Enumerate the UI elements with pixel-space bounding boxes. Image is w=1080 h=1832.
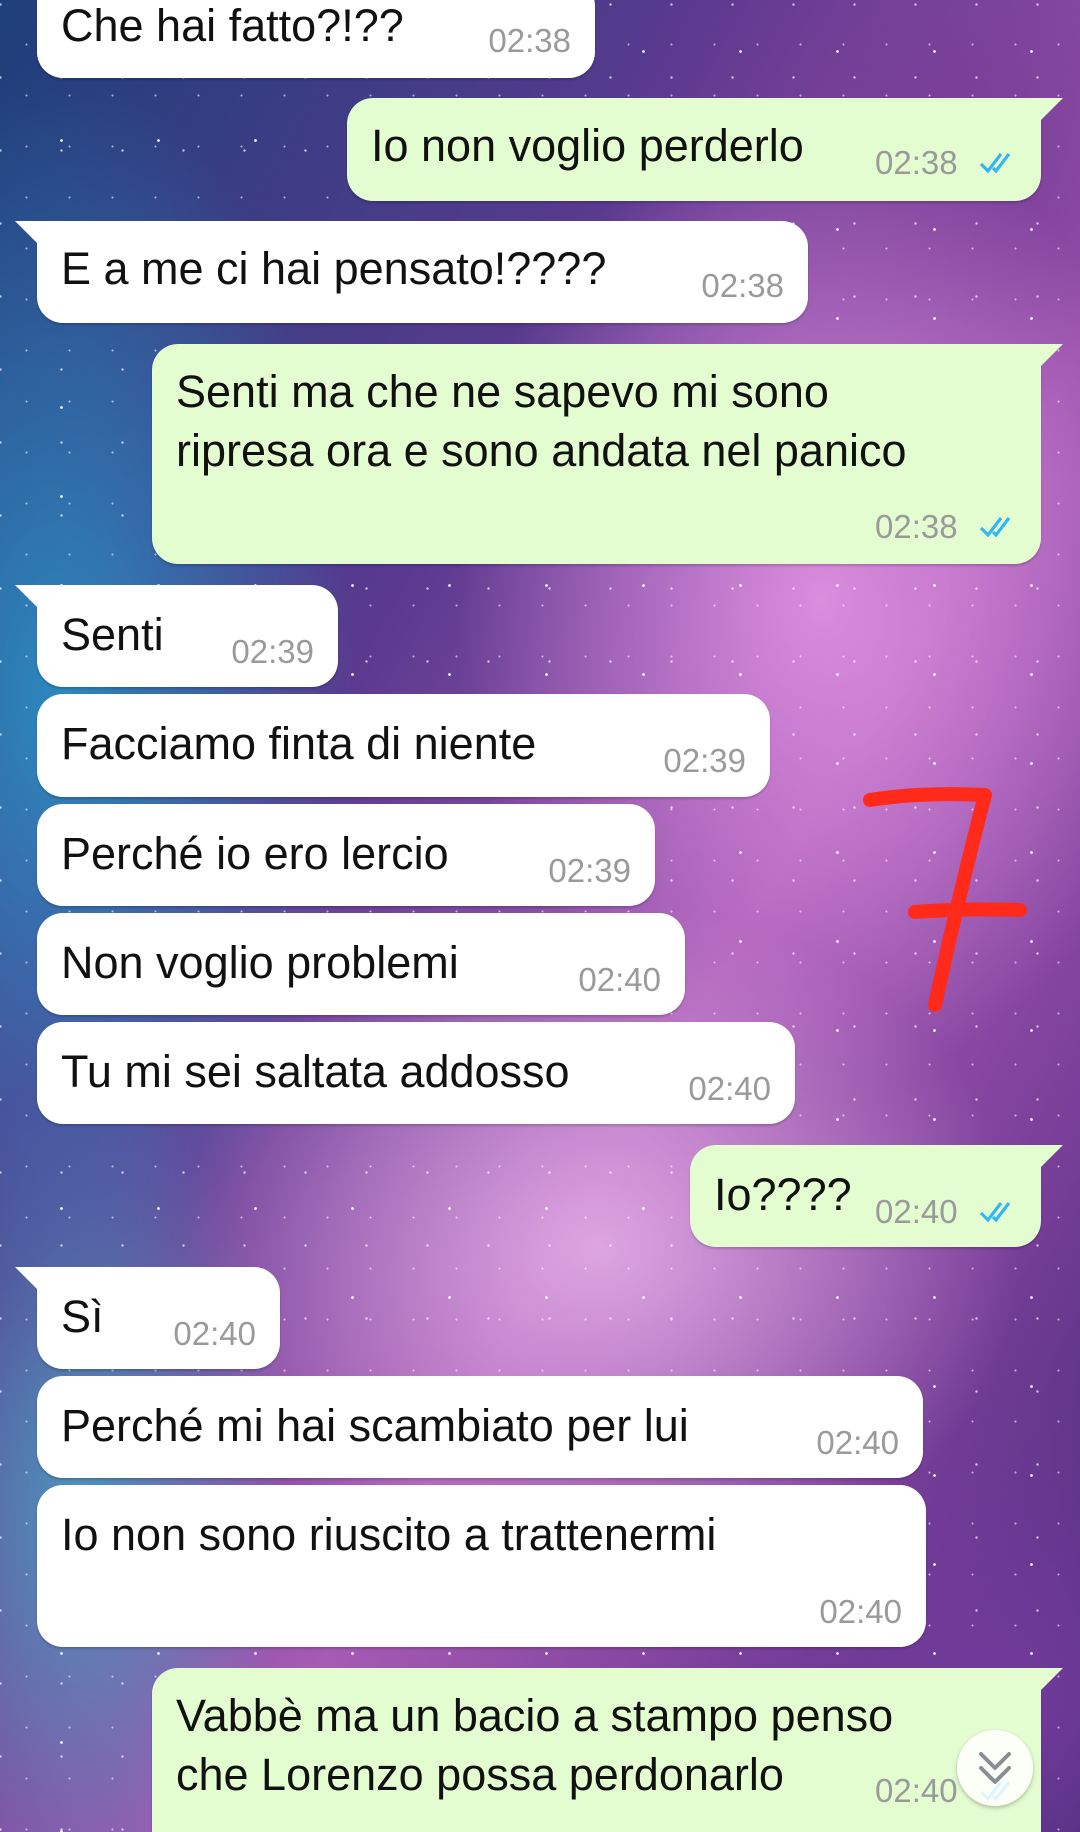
message-bubble-incoming[interactable]: Tu mi sei saltata addosso 02:40 — [37, 1022, 795, 1124]
message-text-line-1: Vabbè ma un bacio a stampo penso — [176, 1690, 894, 1741]
message-time: 02:40 — [688, 1070, 771, 1107]
message-time: 02:38 — [701, 267, 784, 304]
message-text-line-2: ripresa ora e sono andata nel panico — [176, 425, 907, 476]
double-check-icon — [979, 1202, 1011, 1223]
message-bubble-incoming[interactable]: Facciamo finta di niente 02:39 — [37, 694, 770, 797]
message-bubble-incoming[interactable]: Io non sono riuscito a trattenermi 02:40 — [37, 1485, 926, 1647]
message-text-line-1: Senti ma che ne sapevo mi sono — [176, 366, 829, 417]
message-time: 02:39 — [231, 633, 314, 670]
double-chevron-down-icon — [979, 1752, 1011, 1784]
message-bubble-incoming[interactable]: Sì 02:40 — [37, 1267, 280, 1369]
message-text: Io non sono riuscito a trattenermi — [61, 1509, 717, 1560]
message-text-line-2: che Lorenzo possa perdonarlo — [176, 1749, 784, 1800]
message-bubble-outgoing[interactable]: Io???? 02:40 — [690, 1145, 1041, 1247]
message-bubble-outgoing[interactable]: Senti ma che ne sapevo mi sono ripresa o… — [152, 344, 1041, 564]
bubble-tail — [15, 1267, 37, 1289]
double-check-icon — [979, 517, 1011, 538]
double-check-icon — [979, 153, 1011, 174]
message-time: 02:38 — [875, 144, 958, 181]
message-time: 02:38 — [875, 508, 958, 545]
scroll-to-bottom-button[interactable] — [957, 1730, 1033, 1806]
message-text: Senti — [61, 609, 164, 660]
message-time: 02:40 — [578, 961, 661, 998]
message-text: Perché mi hai scambiato per lui — [61, 1400, 689, 1451]
bubble-tail — [15, 221, 37, 243]
bubble-tail — [1041, 1145, 1063, 1167]
message-time: 02:40 — [875, 1193, 958, 1230]
bubble-tail — [1041, 1668, 1063, 1690]
message-time: 02:40 — [875, 1772, 958, 1809]
message-time: 02:40 — [816, 1424, 899, 1461]
message-time: 02:38 — [488, 22, 571, 59]
message-bubble-incoming[interactable]: Perché mi hai scambiato per lui 02:40 — [37, 1376, 923, 1478]
message-text: Perché io ero lercio — [61, 828, 449, 879]
bubble-tail — [1041, 344, 1063, 366]
message-text: Tu mi sei saltata addosso — [61, 1046, 570, 1097]
message-bubble-outgoing[interactable]: Io non voglio perderlo 02:38 — [347, 98, 1041, 201]
message-text: Sì — [61, 1291, 104, 1342]
message-text: Non voglio problemi — [61, 937, 459, 988]
bubble-tail — [1041, 98, 1063, 120]
message-text: Facciamo finta di niente — [61, 718, 537, 769]
message-time: 02:39 — [548, 852, 631, 889]
message-time: 02:40 — [173, 1315, 256, 1352]
message-bubble-incoming[interactable]: E a me ci hai pensato!???? 02:38 — [37, 221, 808, 323]
message-bubble-outgoing[interactable]: Vabbè ma un bacio a stampo penso che Lor… — [152, 1668, 1041, 1832]
message-bubble-incoming[interactable]: Senti 02:39 — [37, 585, 338, 687]
message-text: Io???? — [714, 1169, 852, 1220]
message-text: Io non voglio perderlo — [371, 120, 804, 171]
bubble-tail — [15, 585, 37, 607]
message-bubble-incoming[interactable]: Che hai fatto?!?? 02:38 — [37, 0, 595, 78]
message-time: 02:40 — [819, 1593, 902, 1630]
message-text: Che hai fatto?!?? — [61, 0, 404, 51]
message-time: 02:39 — [663, 742, 746, 779]
message-bubble-incoming[interactable]: Perché io ero lercio 02:39 — [37, 804, 655, 906]
message-text: E a me ci hai pensato!???? — [61, 243, 607, 294]
message-bubble-incoming[interactable]: Non voglio problemi 02:40 — [37, 913, 685, 1015]
handwritten-seven-annotation — [863, 787, 1027, 1012]
